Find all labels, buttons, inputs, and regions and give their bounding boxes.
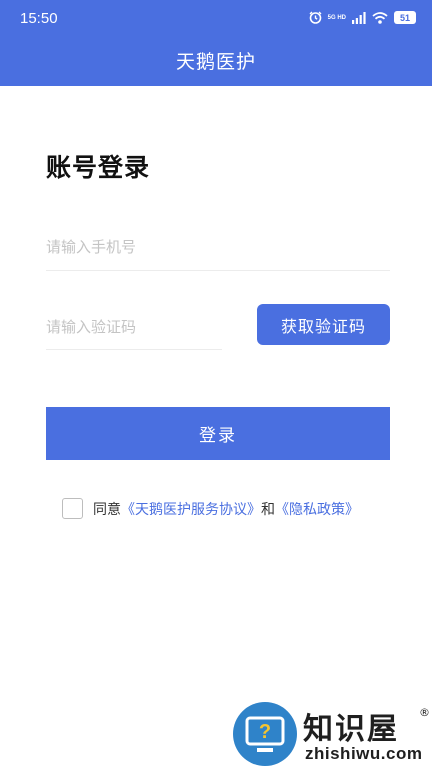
agreement-row: 同意 《天鹅医护服务协议》 和 《隐私政策》	[62, 498, 359, 519]
watermark-title: 知识屋	[303, 712, 399, 747]
svg-text:?: ?	[259, 721, 271, 743]
get-code-button[interactable]: 获取验证码	[257, 304, 390, 345]
watermark-registered-mark: ®	[419, 706, 430, 719]
alarm-icon	[309, 11, 322, 24]
watermark-logo: ?	[233, 702, 297, 766]
privacy-policy-link[interactable]: 《隐私政策》	[275, 499, 359, 519]
agreement-conjunction: 和	[261, 501, 275, 518]
service-agreement-link[interactable]: 《天鹅医护服务协议》	[121, 499, 261, 519]
watermark: ? 知识屋 ® zhishiwu.com	[233, 700, 432, 768]
agreement-checkbox[interactable]	[62, 498, 83, 519]
watermark-domain: zhishiwu.com	[305, 744, 423, 763]
phone-input[interactable]	[46, 224, 390, 270]
verification-code-field[interactable]	[46, 305, 222, 350]
app-title: 天鹅医护	[175, 51, 256, 73]
network-label: 5G HD	[327, 14, 346, 21]
login-button[interactable]: 登录	[46, 407, 390, 460]
verification-code-input[interactable]	[46, 305, 222, 349]
page-title: 账号登录	[46, 153, 151, 182]
phone-field[interactable]	[46, 224, 390, 271]
status-bar: 15:50 5G HD 51	[0, 0, 432, 38]
battery-icon: 51	[394, 11, 416, 24]
signal-icon	[352, 11, 366, 24]
agreement-prefix: 同意	[93, 501, 121, 518]
wifi-icon	[372, 11, 388, 24]
status-time: 15:50	[20, 10, 58, 27]
app-header: 15:50 5G HD 51 天鹅医护	[0, 0, 432, 86]
status-icons: 5G HD 51	[309, 11, 416, 24]
